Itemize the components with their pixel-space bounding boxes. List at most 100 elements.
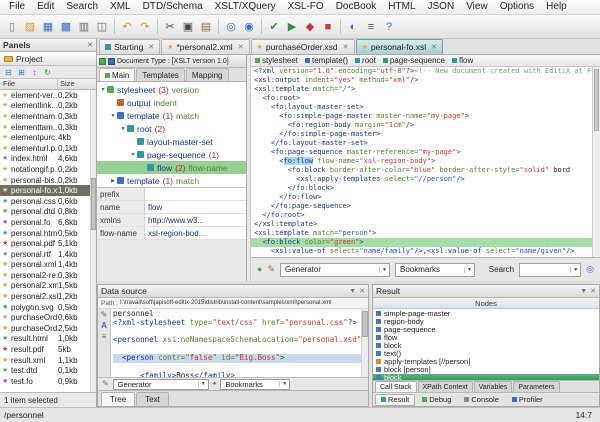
cut-icon[interactable]: ✂	[161, 18, 179, 36]
file-row[interactable]: ★ polygon.svg 0,5kb	[0, 302, 96, 313]
text-mode-icon[interactable]: A	[101, 322, 107, 330]
file-row[interactable]: ★ personal.xml 1,4kb	[0, 260, 96, 271]
menu-edit[interactable]: Edit	[31, 0, 60, 14]
menu-docbook[interactable]: DocBook	[330, 0, 383, 14]
panel-close-icon[interactable]: ✕	[359, 287, 365, 295]
file-row[interactable]: ★ personal.pdf 5,1kb	[0, 238, 96, 249]
file-row[interactable]: ★ elementpurc... 4kb	[0, 132, 96, 143]
print-icon[interactable]: ▥	[75, 18, 93, 36]
generator-select[interactable]: Generator ▼	[112, 378, 209, 390]
bookmarks-select[interactable]: Bookmarks ▼	[220, 378, 291, 390]
result-node[interactable]: block [person]	[373, 365, 599, 374]
breadcrumb-seg-root[interactable]: root	[355, 56, 376, 65]
tree-expander-icon[interactable]: ▶	[109, 178, 117, 184]
tree-expander-icon[interactable]: ▼	[109, 113, 117, 119]
preview-icon[interactable]: ◫	[93, 18, 111, 36]
file-row[interactable]: ★ elementnam... 0,3kb	[0, 111, 96, 122]
context-tab-call-stack[interactable]: Call Stack	[375, 381, 417, 392]
file-row[interactable]: ★ result.html 1,0kb	[0, 334, 96, 345]
menu-xslt-xquery[interactable]: XSLT/XQuery	[209, 0, 282, 14]
bookmarks-select[interactable]: Bookmarks ▼	[394, 262, 475, 277]
debug-icon[interactable]: ◆	[301, 18, 319, 36]
file-row[interactable]: ★ index.html 4,6kb	[0, 154, 96, 165]
menu-xsl-fo[interactable]: XSL-FO	[282, 0, 330, 14]
panel-close-icon[interactable]: ✕	[590, 287, 596, 295]
file-row[interactable]: ★personal.htm...0,5kb	[0, 228, 96, 239]
tab-close-icon[interactable]: ✕	[238, 43, 244, 51]
collapse-all-icon[interactable]: ⊟	[3, 67, 14, 78]
file-row[interactable]: ★ notationgif.p... 0,2kb	[0, 164, 96, 175]
menu-json[interactable]: JSON	[422, 0, 461, 14]
tab-close-icon[interactable]: ✕	[343, 43, 349, 51]
menu-dtd-schema[interactable]: DTD/Schema	[137, 0, 209, 14]
file-row[interactable]: ★ elementtam... 0,3kb	[0, 122, 96, 133]
file-row[interactable]: ★ personal.dtd 0,8kb	[0, 207, 96, 218]
breadcrumb-seg-template[interactable]: template()	[305, 56, 348, 65]
menu-help[interactable]: Help	[540, 0, 573, 14]
bottom-tab-result[interactable]: Result	[375, 393, 416, 406]
help-icon[interactable]: ?	[380, 18, 398, 36]
search-input[interactable]: ▼	[519, 262, 582, 277]
copy-icon[interactable]: ▣	[179, 18, 197, 36]
file-row[interactable]: ★ personal.rtf 1,4kb	[0, 249, 96, 260]
paste-icon[interactable]: ▤	[197, 18, 215, 36]
list-icon[interactable]: ≡	[102, 333, 107, 341]
file-row[interactable]: ★ element-ver... 0,2kb	[0, 90, 96, 101]
search-icon[interactable]: ◎	[222, 18, 240, 36]
file-row[interactable]: ★ test.fo 0,9kb	[0, 376, 96, 387]
code-editor[interactable]: <?xml version="1.0" encoding="utf-8"?><!…	[251, 67, 600, 257]
options-icon[interactable]: ≡	[362, 18, 380, 36]
file-row[interactable]: ★ personal2-re... 0,3kb	[0, 270, 96, 281]
tab-close-icon[interactable]: ✕	[148, 43, 154, 51]
file-list[interactable]: ★ element-ver... 0,2kb ★ elementlink... 0,2kb…	[0, 90, 96, 392]
file-row[interactable]: ★ personal2.xml 1,5kb	[0, 281, 96, 292]
redo-icon[interactable]: ↷	[136, 18, 154, 36]
menu-options[interactable]: Options	[494, 0, 540, 14]
bottom-tab-console[interactable]: Console	[458, 394, 505, 406]
file-row[interactable]: ★purchaseOrd...0,6kb	[0, 312, 96, 323]
breadcrumb-seg-stylesheet[interactable]: stylesheet	[255, 56, 298, 65]
bottom-tab-profiler[interactable]: Profiler	[506, 394, 549, 406]
edit-icon[interactable]: ✎	[101, 311, 108, 319]
validate-icon[interactable]: ✔	[265, 18, 283, 36]
result-node[interactable]: flow	[373, 333, 599, 342]
column-header-file[interactable]: File	[0, 79, 58, 89]
menu-file[interactable]: File	[3, 0, 31, 14]
editor-scrollbar[interactable]	[592, 67, 600, 257]
file-row[interactable]: ★ personal.css 0,6kb	[0, 196, 96, 207]
tree-node-flow[interactable]: flow (2) flow-name	[97, 161, 246, 174]
result-node[interactable]: page-sequence	[373, 325, 599, 334]
file-row[interactable]: ★ elementurl.p... 0,1kb	[0, 143, 96, 154]
expand-all-icon[interactable]: ⊞	[16, 67, 27, 78]
nodes-list[interactable]: simple-page-master region-body page-sequen…	[373, 309, 599, 380]
save-all-icon[interactable]: ▩	[57, 18, 75, 36]
menu-view[interactable]: View	[460, 0, 494, 14]
file-row[interactable]: ★personal-fo.x...1,0kb	[0, 185, 96, 196]
tree-node-page-sequence[interactable]: ▼ page-sequence (1)	[97, 148, 246, 161]
tree-node-template[interactable]: ▶ template (1) match	[97, 174, 246, 187]
doc-tab-main[interactable]: Main	[99, 68, 136, 81]
tab-personal-fo-xsl[interactable]: ★ personal-fo.xsl ✕	[355, 39, 443, 54]
new-file-icon[interactable]: ▯	[3, 18, 21, 36]
breadcrumb-seg-flow[interactable]: flow	[452, 56, 473, 65]
tab-purchaseorder-xsd[interactable]: ★ purchaseOrder.xsd ✕	[250, 39, 355, 54]
replace-icon[interactable]: ◉	[240, 18, 258, 36]
menu-html[interactable]: HTML	[382, 0, 421, 14]
file-list-scrollbar[interactable]	[90, 90, 96, 392]
file-row[interactable]: ★ result.xml 1,1kb	[0, 355, 96, 366]
sort-icon[interactable]: ↕	[29, 67, 40, 78]
tab-starting[interactable]: Starting ✕	[99, 39, 161, 54]
doc-tab-mapping[interactable]: Mapping	[185, 68, 229, 81]
transform-icon[interactable]: ▶	[283, 18, 301, 36]
context-tab-parameters[interactable]: Parameters	[513, 381, 560, 392]
tab-close-icon[interactable]: ✕	[431, 43, 437, 51]
tree-expander-icon[interactable]: ▼	[119, 126, 127, 132]
tree-expander-icon[interactable]: ▼	[129, 152, 137, 158]
panel-menu-icon[interactable]: ▼	[349, 288, 356, 295]
file-row[interactable]: ★ test.dtd 0,1kb	[0, 365, 96, 376]
bottom-tab-debug[interactable]: Debug	[416, 394, 457, 406]
context-tab-xpath-context[interactable]: XPath Context	[417, 381, 473, 392]
view-tab-text[interactable]: Text	[136, 392, 169, 406]
result-node[interactable]: block	[373, 341, 599, 350]
scrollbar-thumb[interactable]	[594, 69, 599, 131]
